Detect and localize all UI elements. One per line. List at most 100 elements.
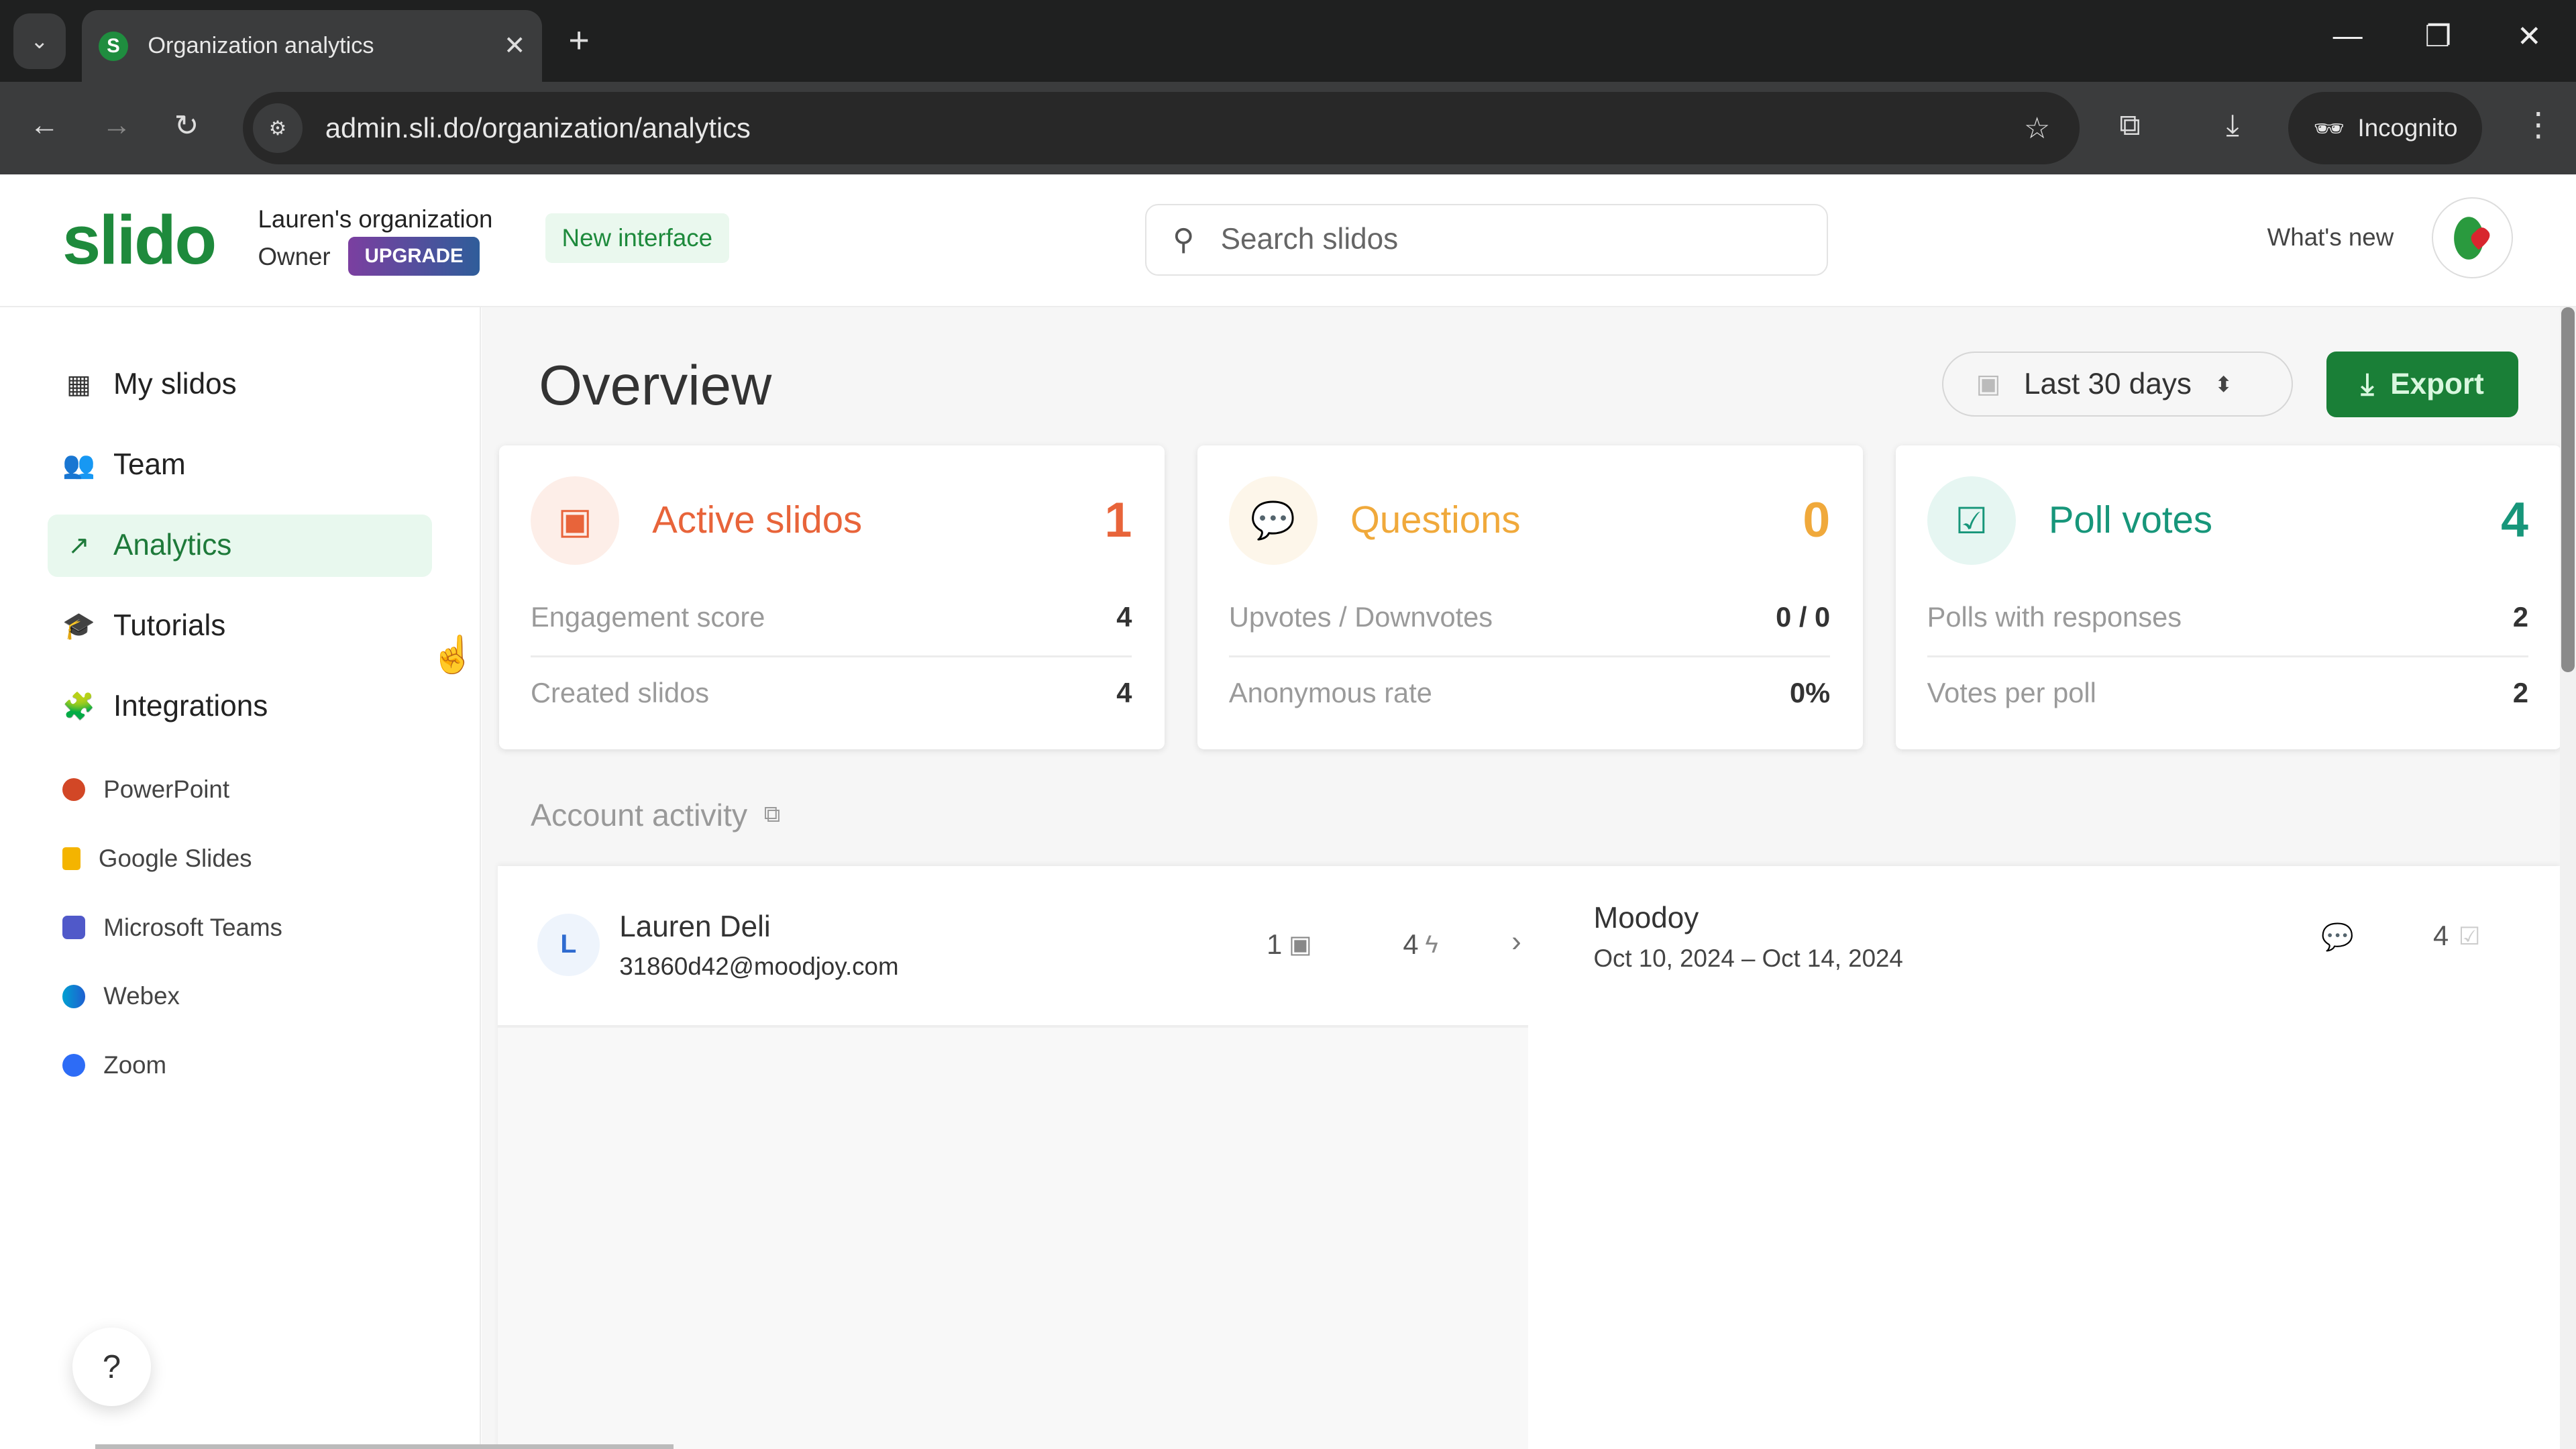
browser-menu-button[interactable]: ⋮ [2522, 105, 2555, 144]
forward-button[interactable]: → [102, 109, 131, 142]
close-icon: ✕ [503, 32, 526, 61]
whats-new-link[interactable]: What's new [2267, 223, 2394, 252]
tab-search-button[interactable]: ⌄ [13, 13, 66, 69]
site-info-button[interactable]: ⚙ [253, 103, 303, 153]
minimize-button[interactable]: — [2333, 19, 2363, 53]
integration-label: Zoom [103, 1051, 167, 1079]
incognito-button[interactable]: 🕶 Incognito [2288, 92, 2483, 164]
webex-icon [62, 985, 86, 1008]
integration-zoom[interactable]: Zoom [62, 1051, 166, 1079]
date-range-value: Last 30 days [2023, 367, 2192, 400]
divider [531, 655, 1132, 657]
row-label: Upvotes / Downvotes [1228, 601, 1493, 633]
event-poll-votes: 4 ☑ [2433, 920, 2481, 952]
card-value: 1 [1104, 492, 1132, 548]
integration-label: Google Slides [98, 844, 252, 872]
address-bar[interactable]: ⚙ admin.sli.do/organization/analytics ☆ [243, 92, 2080, 164]
close-window-button[interactable]: ✕ [2517, 19, 2542, 54]
user-avatar[interactable] [2431, 197, 2514, 279]
download-icon: ⤓ [2361, 368, 2374, 401]
incognito-icon: 🕶 [2313, 114, 2345, 142]
url-text[interactable]: admin.sli.do/organization/analytics [325, 112, 2024, 144]
lightning-icon: ϟ [1425, 930, 1438, 958]
row-value: 2 [2512, 676, 2528, 708]
org-name[interactable]: Lauren's organization [258, 205, 492, 233]
upgrade-button[interactable]: UPGRADE [348, 236, 480, 276]
page-scrollbar[interactable] [2559, 307, 2576, 1449]
sidebar-item-label: My slidos [113, 368, 237, 401]
restore-button[interactable]: ❐ [2425, 19, 2452, 54]
row-value: 0% [1790, 676, 1831, 708]
stat-card-questions: 💬 Questions 0 Upvotes / Downvotes 0 / 0 … [1197, 445, 1864, 749]
extensions-button[interactable]: ⧉ [2119, 109, 2140, 142]
bookmark-button[interactable]: ☆ [2024, 111, 2051, 146]
search-input[interactable] [1217, 221, 1750, 258]
account-activity-title: Account activity [531, 797, 748, 833]
downloads-button[interactable]: ⤓ [2226, 109, 2239, 142]
back-button[interactable]: ← [30, 109, 59, 142]
restore-icon: ❐ [2424, 20, 2452, 54]
event-name[interactable]: Moodoy [1594, 902, 1699, 935]
poll-vote-icon: ☑ [1927, 476, 2016, 566]
activity-empty-area [498, 1025, 1528, 1449]
integration-microsoft-teams[interactable]: Microsoft Teams [62, 914, 282, 942]
browser-tab[interactable]: S Organization analytics ✕ [82, 9, 543, 83]
main-content: Overview ▣ Last 30 days ⬍ ⤓ Export ▣ Act… [481, 307, 2561, 1449]
user-slidos-count: 1 ▣ [1267, 928, 1312, 961]
card-row: Engagement score 4 [531, 601, 1132, 633]
new-interface-badge[interactable]: New interface [545, 213, 729, 263]
sidebar-item-team[interactable]: 👥 Team [48, 434, 432, 496]
new-tab-button[interactable]: + [568, 19, 589, 61]
stat-card-active-slidos: ▣ Active slidos 1 Engagement score 4 Cre… [499, 445, 1165, 749]
export-button[interactable]: ⤓ Export [2326, 352, 2519, 418]
sidebar-item-integrations[interactable]: 🧩 Integrations [48, 676, 432, 738]
integration-label: Microsoft Teams [103, 913, 282, 941]
row-label: Polls with responses [1927, 601, 2182, 633]
card-row: Polls with responses 2 [1927, 601, 2528, 633]
date-range-select[interactable]: ▣ Last 30 days ⬍ [1941, 352, 2293, 417]
card-value: 0 [1803, 492, 1831, 548]
minimize-icon: — [2332, 19, 2363, 53]
browser-tab-bar: ⌄ S Organization analytics ✕ + — ❐ ✕ [0, 0, 2576, 83]
integration-google-slides[interactable]: Google Slides [62, 845, 252, 873]
star-icon: ☆ [2023, 111, 2051, 145]
close-tab-button[interactable]: ✕ [504, 31, 526, 61]
sidebar-item-tutorials[interactable]: 🎓 Tutorials [48, 595, 432, 657]
reload-icon: ↻ [174, 109, 199, 142]
export-label: Export [2390, 368, 2484, 401]
row-value: 0 / 0 [1776, 601, 1831, 633]
avatar-icon [2454, 216, 2490, 260]
account-activity-link[interactable]: Account activity ⧉ [531, 797, 780, 833]
integration-label: PowerPoint [103, 775, 230, 803]
org-role: Owner [258, 243, 331, 271]
google-slides-icon [62, 847, 80, 870]
help-button[interactable]: ? [72, 1327, 152, 1407]
graduation-cap-icon: 🎓 [62, 612, 95, 641]
scrollbar-thumb[interactable] [2561, 307, 2575, 672]
expand-user-button[interactable]: › [1511, 925, 1521, 959]
sidebar-item-analytics[interactable]: ↗ Analytics [48, 514, 433, 577]
calendar-icon: ▣ [1976, 370, 2001, 399]
chat-bubbles-icon: 💬 [1228, 476, 1318, 566]
stat-value: 4 [2432, 920, 2449, 952]
chevron-down-icon: ⌄ [30, 29, 49, 54]
search-icon: ⚲ [1173, 223, 1195, 256]
powerpoint-icon [62, 777, 86, 802]
slido-logo[interactable]: slido [62, 201, 217, 280]
kebab-icon: ⋮ [2522, 106, 2555, 143]
reload-button[interactable]: ↻ [174, 109, 199, 143]
microsoft-teams-icon [62, 916, 86, 939]
hand-cursor-icon: ☝ [430, 635, 476, 676]
sidebar-item-my-slidos[interactable]: ▦ My slidos [48, 354, 432, 416]
card-title: Active slidos [652, 498, 863, 541]
integration-webex[interactable]: Webex [62, 982, 180, 1010]
user-name[interactable]: Lauren Deli [619, 910, 770, 944]
row-value: 2 [2512, 601, 2528, 633]
row-label: Anonymous rate [1228, 676, 1432, 708]
help-icon: ? [102, 1348, 121, 1385]
zoom-icon [62, 1054, 86, 1077]
horizontal-scrollbar-thumb[interactable] [95, 1444, 674, 1449]
search-box[interactable]: ⚲ [1144, 203, 1828, 276]
card-value: 4 [2501, 492, 2528, 548]
integration-powerpoint[interactable]: PowerPoint [62, 775, 229, 804]
